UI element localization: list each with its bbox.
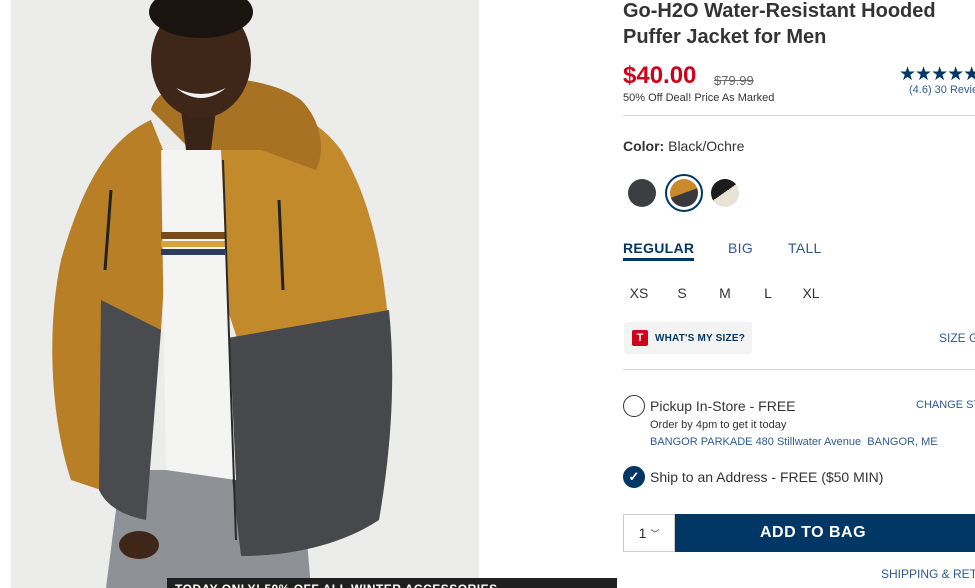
divider xyxy=(623,369,975,370)
quantity-value: 1 xyxy=(638,525,647,541)
rating-stars-icon[interactable]: ★★★★★ xyxy=(899,63,975,86)
ship-radio-check-icon[interactable]: ✓ xyxy=(623,466,645,488)
swatch-black-cream[interactable] xyxy=(711,179,739,207)
size-guide-link[interactable]: SIZE GUIDE xyxy=(939,331,975,345)
deal-text: 50% Off Deal! Price As Marked xyxy=(623,92,775,104)
size-l[interactable]: L xyxy=(752,285,784,301)
pickup-note: Order by 4pm to get it today xyxy=(650,419,787,431)
tab-tall[interactable]: TALL xyxy=(788,240,822,256)
product-photo xyxy=(11,0,479,588)
store-link[interactable]: BANGOR PARKADE 480 Stillwater Avenue BAN… xyxy=(650,436,938,448)
size-m[interactable]: M xyxy=(709,285,741,301)
store-city: BANGOR, ME xyxy=(867,436,938,448)
color-value: Black/Ochre xyxy=(668,138,745,154)
swatch-black-ochre[interactable] xyxy=(670,179,698,207)
pickup-radio[interactable] xyxy=(623,395,645,417)
add-to-bag-button[interactable]: ADD TO BAG xyxy=(675,514,975,552)
true-fit-icon: T xyxy=(632,330,648,346)
tab-big[interactable]: BIG xyxy=(728,240,753,256)
ship-label: Ship to an Address - FREE ($50 MIN) xyxy=(650,469,884,485)
change-store-link[interactable]: CHANGE STORE xyxy=(916,399,975,411)
pickup-label: Pickup In-Store - FREE xyxy=(650,398,796,414)
size-xl[interactable]: XL xyxy=(795,285,827,301)
shipping-returns-link[interactable]: SHIPPING & RETURNS xyxy=(881,567,975,581)
swatch-charcoal[interactable] xyxy=(628,179,656,207)
product-image[interactable] xyxy=(11,0,479,588)
store-address: 480 Stillwater Avenue xyxy=(755,436,862,448)
divider xyxy=(623,115,975,116)
chevron-down-icon: ﹀ xyxy=(650,528,660,539)
whats-my-size-label: WHAT'S MY SIZE? xyxy=(655,332,746,344)
sale-price: $40.00 xyxy=(623,62,697,89)
reviews-link[interactable]: (4.6) 30 Reviews xyxy=(909,84,975,96)
original-price: $79.99 xyxy=(714,73,754,88)
size-xs[interactable]: XS xyxy=(623,285,655,301)
color-label-row: Color: Black/Ochre xyxy=(623,138,744,154)
color-label: Color: xyxy=(623,138,665,154)
tab-regular[interactable]: REGULAR xyxy=(623,240,695,261)
size-s[interactable]: S xyxy=(666,285,698,301)
store-name: BANGOR PARKADE xyxy=(650,436,753,448)
product-title: Go-H2O Water-Resistant Hooded Puffer Jac… xyxy=(623,0,936,48)
quantity-select[interactable]: 1 ﹀ xyxy=(623,514,675,552)
promo-banner: TODAY ONLY! 50% OFF ALL WINTER ACCESSORI… xyxy=(167,578,617,588)
whats-my-size-button[interactable]: T WHAT'S MY SIZE? xyxy=(624,322,752,354)
